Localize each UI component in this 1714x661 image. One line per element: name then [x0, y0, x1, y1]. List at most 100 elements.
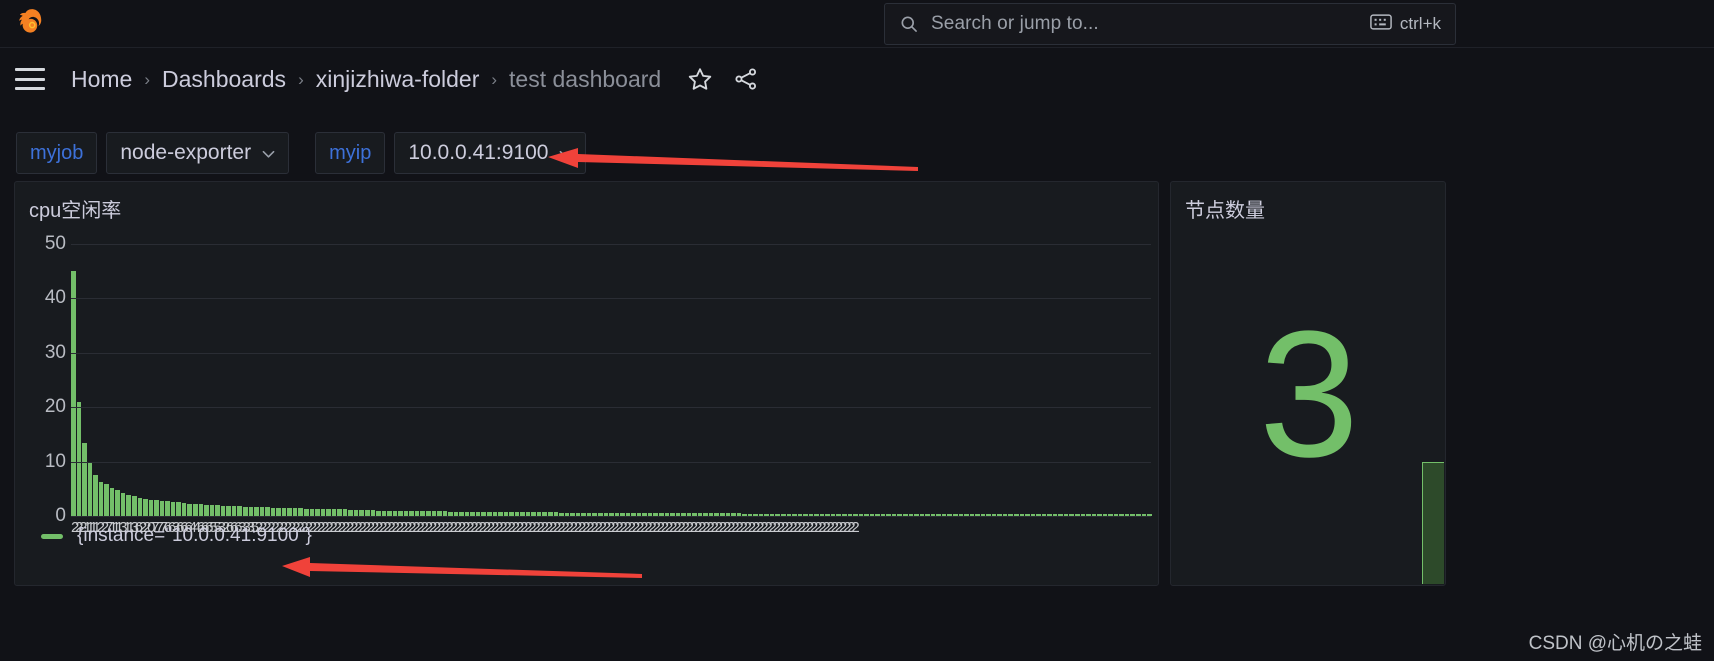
hamburger-line [15, 68, 45, 71]
grafana-logo-icon[interactable] [14, 6, 50, 42]
bar[interactable] [237, 506, 242, 516]
breadcrumb-item-dashboards[interactable]: Dashboards [162, 66, 286, 93]
bar[interactable] [287, 508, 292, 516]
bar[interactable] [220, 505, 226, 516]
share-icon[interactable] [733, 66, 759, 92]
bar[interactable] [187, 503, 193, 516]
chevron-down-icon [559, 141, 572, 165]
variable-myip-value: 10.0.0.41:9100 [408, 141, 549, 164]
bar[interactable] [148, 499, 154, 516]
y-axis-tick-label: 50 [44, 233, 66, 254]
breadcrumb-item-home[interactable]: Home [71, 66, 132, 93]
stat-sparkline [1422, 462, 1444, 584]
bar[interactable] [126, 494, 132, 516]
plot-area [71, 244, 1152, 517]
bar[interactable] [159, 500, 165, 516]
hamburger-line [15, 77, 45, 81]
panel-cpu-idle[interactable]: cpu空闲率 0 10 20 30 40 50 222111122711131136220… [14, 181, 1159, 586]
grafana-app: Search or jump to... ctrl+k Home › Dashb… [0, 0, 1714, 661]
legend-label: {instance="10.0.0.41:9100"} [77, 525, 312, 546]
bar[interactable] [132, 496, 137, 516]
breadcrumb: Home › Dashboards › xinjizhiwa-folder › … [71, 66, 661, 93]
bar[interactable] [98, 481, 104, 516]
y-axis-tick-label: 40 [44, 287, 66, 309]
watermark-text: CSDN @心机の之蛙 [1528, 633, 1702, 654]
bar[interactable] [259, 507, 265, 516]
grid-line [71, 407, 1151, 409]
search-icon [899, 14, 919, 34]
shortcut-label: ctrl+k [1399, 14, 1441, 33]
grid-line [71, 244, 1151, 245]
variable-myjob-select[interactable]: node-exporter [106, 132, 290, 174]
bar[interactable] [137, 497, 143, 516]
variable-myip: myip 10.0.0.41:9100 [315, 132, 587, 174]
bar[interactable] [82, 442, 87, 516]
grid-line [71, 298, 1151, 300]
bar[interactable] [298, 508, 303, 516]
panel-node-count[interactable]: 节点数量 3 [1170, 181, 1446, 586]
top-navigation-bar: Search or jump to... ctrl+k [0, 0, 1714, 48]
bar[interactable] [270, 507, 276, 516]
bar[interactable] [76, 401, 82, 516]
breadcrumb-separator: › [491, 69, 498, 89]
bar[interactable] [104, 483, 109, 516]
bar[interactable] [154, 500, 159, 516]
y-axis-tick-label: 20 [44, 396, 66, 418]
bar[interactable] [231, 506, 237, 516]
bar-series [71, 244, 1152, 516]
bar[interactable] [209, 505, 215, 516]
variable-myip-label: myip [315, 132, 386, 174]
bar[interactable] [309, 508, 315, 516]
breadcrumb-separator: › [144, 69, 151, 89]
y-axis-tick-label: 30 [44, 341, 66, 363]
search-input[interactable]: Search or jump to... ctrl+k [884, 3, 1456, 45]
bar[interactable] [93, 474, 98, 516]
grid-line [71, 352, 1151, 354]
search-shortcut-hint: ctrl+k [1370, 13, 1441, 35]
breadcrumb-item-folder[interactable]: xinjizhiwa-folder [316, 66, 480, 93]
bar[interactable] [165, 501, 170, 516]
hamburger-menu-icon[interactable] [15, 68, 45, 90]
bar[interactable] [242, 506, 248, 516]
bar[interactable] [204, 504, 209, 516]
bar[interactable] [248, 506, 254, 516]
variable-myjob-value: node-exporter [120, 141, 252, 164]
search-placeholder-text: Search or jump to... [931, 13, 1099, 34]
bar[interactable] [303, 508, 309, 516]
bar[interactable] [292, 508, 298, 516]
breadcrumb-bar: Home › Dashboards › xinjizhiwa-folder › … [0, 48, 1714, 110]
bar[interactable] [143, 498, 148, 516]
bar[interactable] [281, 507, 287, 516]
bar[interactable] [176, 502, 181, 516]
bar[interactable] [170, 501, 176, 516]
breadcrumb-item-current-dashboard[interactable]: test dashboard [509, 66, 661, 93]
bar[interactable] [226, 505, 231, 516]
bar[interactable] [315, 508, 320, 516]
keyboard-icon [1370, 13, 1392, 35]
chart-legend[interactable]: {instance="10.0.0.41:9100"} [41, 525, 312, 547]
bar[interactable] [109, 487, 115, 516]
bar[interactable] [254, 507, 259, 516]
dashboard-actions [687, 66, 759, 92]
y-axis-tick-label: 0 [55, 505, 66, 526]
bar[interactable] [320, 508, 326, 516]
panel-title: 节点数量 [1185, 200, 1265, 222]
bar[interactable] [215, 505, 220, 516]
bar[interactable] [198, 504, 204, 516]
chevron-down-icon [262, 141, 275, 165]
bar[interactable] [120, 492, 126, 516]
breadcrumb-separator: › [298, 69, 304, 89]
bar[interactable] [181, 502, 187, 516]
variable-myip-select[interactable]: 10.0.0.41:9100 [394, 132, 587, 174]
variable-myjob-label: myjob [16, 132, 98, 174]
bar[interactable] [71, 271, 76, 516]
variable-myjob: myjob node-exporter [16, 132, 290, 174]
template-variable-bar: myjob node-exporter myip 10.0.0.41:9100 [0, 128, 1714, 178]
bar[interactable] [193, 504, 198, 516]
bar[interactable] [87, 461, 93, 516]
stat-value: 3 [1258, 294, 1360, 495]
bar[interactable] [115, 490, 120, 516]
bar[interactable] [265, 507, 270, 516]
bar[interactable] [276, 507, 281, 516]
star-icon[interactable] [687, 66, 713, 92]
